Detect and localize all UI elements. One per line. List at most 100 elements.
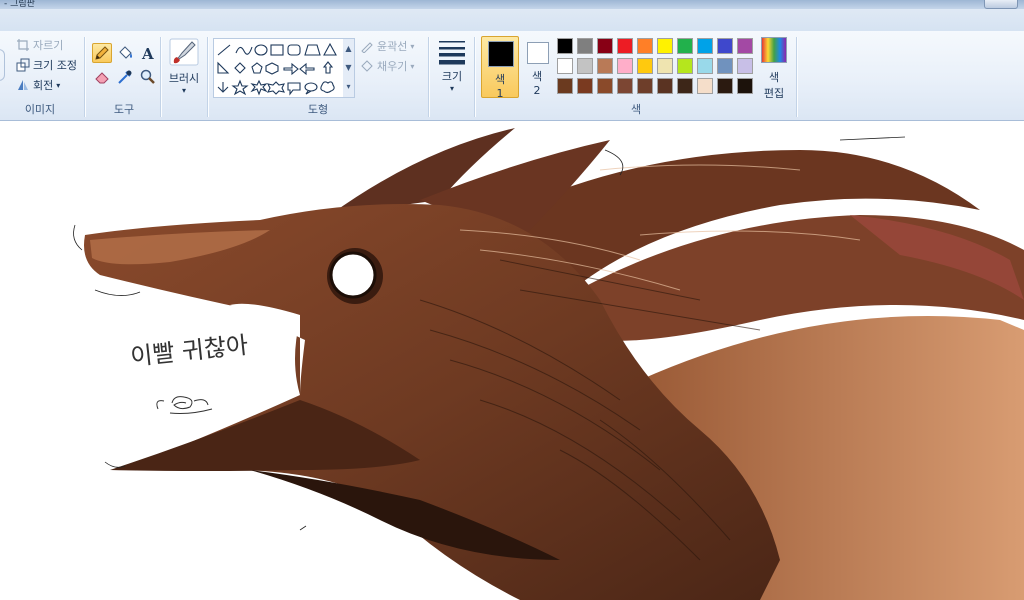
fill-dropdown-icon: ▾ (410, 61, 415, 71)
palette-swatch[interactable] (737, 38, 753, 54)
resize-button[interactable]: 크기 조정 (16, 56, 77, 74)
tools-group-label: 도구 (113, 103, 135, 116)
color1-swatch (488, 41, 514, 67)
eraser-tool[interactable] (92, 67, 112, 87)
color2-fill (528, 43, 548, 63)
palette-swatch[interactable] (717, 38, 733, 54)
palette-swatch[interactable] (697, 78, 713, 94)
handwritten-scribble (156, 396, 213, 414)
magnifier-icon (140, 69, 155, 84)
select-button-partial[interactable] (0, 49, 5, 81)
outline-button[interactable]: 윤곽선 ▾ (360, 37, 414, 55)
crop-label: 자르기 (33, 39, 64, 52)
separator (428, 37, 430, 117)
outline-label: 윤곽선 (377, 40, 408, 53)
color1-number: 1 (496, 87, 504, 100)
palette-swatch[interactable] (557, 78, 573, 94)
palette-swatch[interactable] (677, 78, 693, 94)
palette-swatch[interactable] (657, 78, 673, 94)
shapes-scrollbar[interactable]: ▲ ▼ ▾ (343, 38, 355, 98)
color1-label: 색 (494, 73, 506, 86)
palette-swatch[interactable] (737, 58, 753, 74)
drawing-canvas[interactable]: 이빨 귀찮아 (0, 121, 1024, 600)
palette-swatch[interactable] (597, 38, 613, 54)
fill-bucket-icon (360, 59, 374, 73)
ribbon-tab-strip (0, 9, 1024, 32)
palette-swatch[interactable] (597, 58, 613, 74)
color-spectrum-icon (761, 37, 787, 63)
palette-swatch[interactable] (637, 38, 653, 54)
image-group-label: 이미지 (24, 103, 56, 116)
eyedropper-icon (118, 70, 132, 84)
size-button[interactable]: 크기 ▾ (434, 39, 470, 93)
crop-button[interactable]: 자르기 (16, 36, 63, 54)
palette-swatch[interactable] (677, 38, 693, 54)
size-dropdown-icon: ▾ (449, 84, 454, 93)
color2-number: 2 (533, 84, 541, 97)
outline-brush-icon (360, 39, 374, 54)
window-title: - 그림판 (4, 0, 35, 9)
color2-swatch (527, 42, 549, 64)
pencil-tool[interactable] (92, 43, 112, 63)
fill-label: 채우기 (377, 60, 408, 73)
fill-button[interactable]: 채우기 ▾ (360, 57, 414, 75)
text-tool[interactable]: A (138, 43, 158, 63)
edit-colors-label: 색 (768, 71, 780, 84)
palette-swatch[interactable] (597, 78, 613, 94)
gallery-expand-icon[interactable]: ▾ (343, 77, 354, 96)
close-window-button[interactable] (984, 0, 1018, 9)
palette-swatch[interactable] (577, 38, 593, 54)
color2-button[interactable]: 색 2 (521, 36, 553, 97)
color-picker-tool[interactable] (115, 67, 135, 87)
shapes-gallery[interactable] (213, 38, 345, 98)
palette-swatch[interactable] (557, 58, 573, 74)
palette-swatch[interactable] (697, 58, 713, 74)
magnifier-tool[interactable] (138, 67, 158, 87)
colors-group-label: 색 (630, 103, 642, 116)
outline-dropdown-icon: ▾ (410, 41, 415, 51)
color1-fill (489, 42, 513, 66)
size-label: 크기 (441, 70, 463, 83)
color1-button[interactable]: 색 1 (481, 36, 519, 100)
palette-swatch[interactable] (677, 58, 693, 74)
crop-icon (16, 38, 30, 52)
palette-swatch[interactable] (617, 38, 633, 54)
palette-swatch[interactable] (637, 78, 653, 94)
ribbon: 자르기 크기 조정 회전 ▾ 이미지 A 도구 브러시 ▾ ▲ ▼ ▾ 윤곽선 … (0, 31, 1024, 121)
palette-swatch[interactable] (637, 58, 653, 74)
palette-swatch[interactable] (617, 78, 633, 94)
text-icon: A (141, 45, 154, 63)
palette-swatch[interactable] (717, 58, 733, 74)
palette-swatch[interactable] (697, 38, 713, 54)
resize-icon (16, 58, 30, 72)
palette-swatch[interactable] (617, 58, 633, 74)
image-group: 자르기 크기 조정 회전 ▾ 이미지 (0, 31, 80, 120)
fill-tool[interactable] (115, 43, 135, 63)
scroll-down-icon[interactable]: ▼ (343, 58, 354, 77)
palette-swatch[interactable] (657, 58, 673, 74)
palette-swatch[interactable] (717, 78, 733, 94)
shapes-icons (217, 42, 337, 96)
color2-label: 색 (531, 70, 543, 83)
palette-swatch[interactable] (577, 78, 593, 94)
brush-icon (169, 38, 199, 66)
palette-swatch[interactable] (557, 38, 573, 54)
palette-swatch[interactable] (577, 58, 593, 74)
brush-dropdown-icon: ▾ (181, 86, 186, 95)
palette-swatch[interactable] (657, 38, 673, 54)
brush-button[interactable]: 브러시 ▾ (164, 37, 204, 95)
scroll-up-icon[interactable]: ▲ (343, 39, 354, 58)
line-size-icon (439, 41, 465, 65)
separator (84, 37, 86, 117)
rotate-icon (16, 78, 30, 92)
palette-swatch[interactable] (737, 78, 753, 94)
rotate-button[interactable]: 회전 ▾ (16, 76, 60, 94)
eye (329, 251, 377, 299)
edit-colors-label2: 편집 (763, 87, 785, 100)
edit-colors-button[interactable]: 색 편집 (760, 37, 788, 101)
rotate-dropdown-icon: ▾ (56, 80, 61, 90)
pencil-icon (95, 46, 109, 60)
rotate-label: 회전 (33, 79, 54, 92)
color-palette (557, 38, 757, 98)
separator (796, 37, 798, 117)
